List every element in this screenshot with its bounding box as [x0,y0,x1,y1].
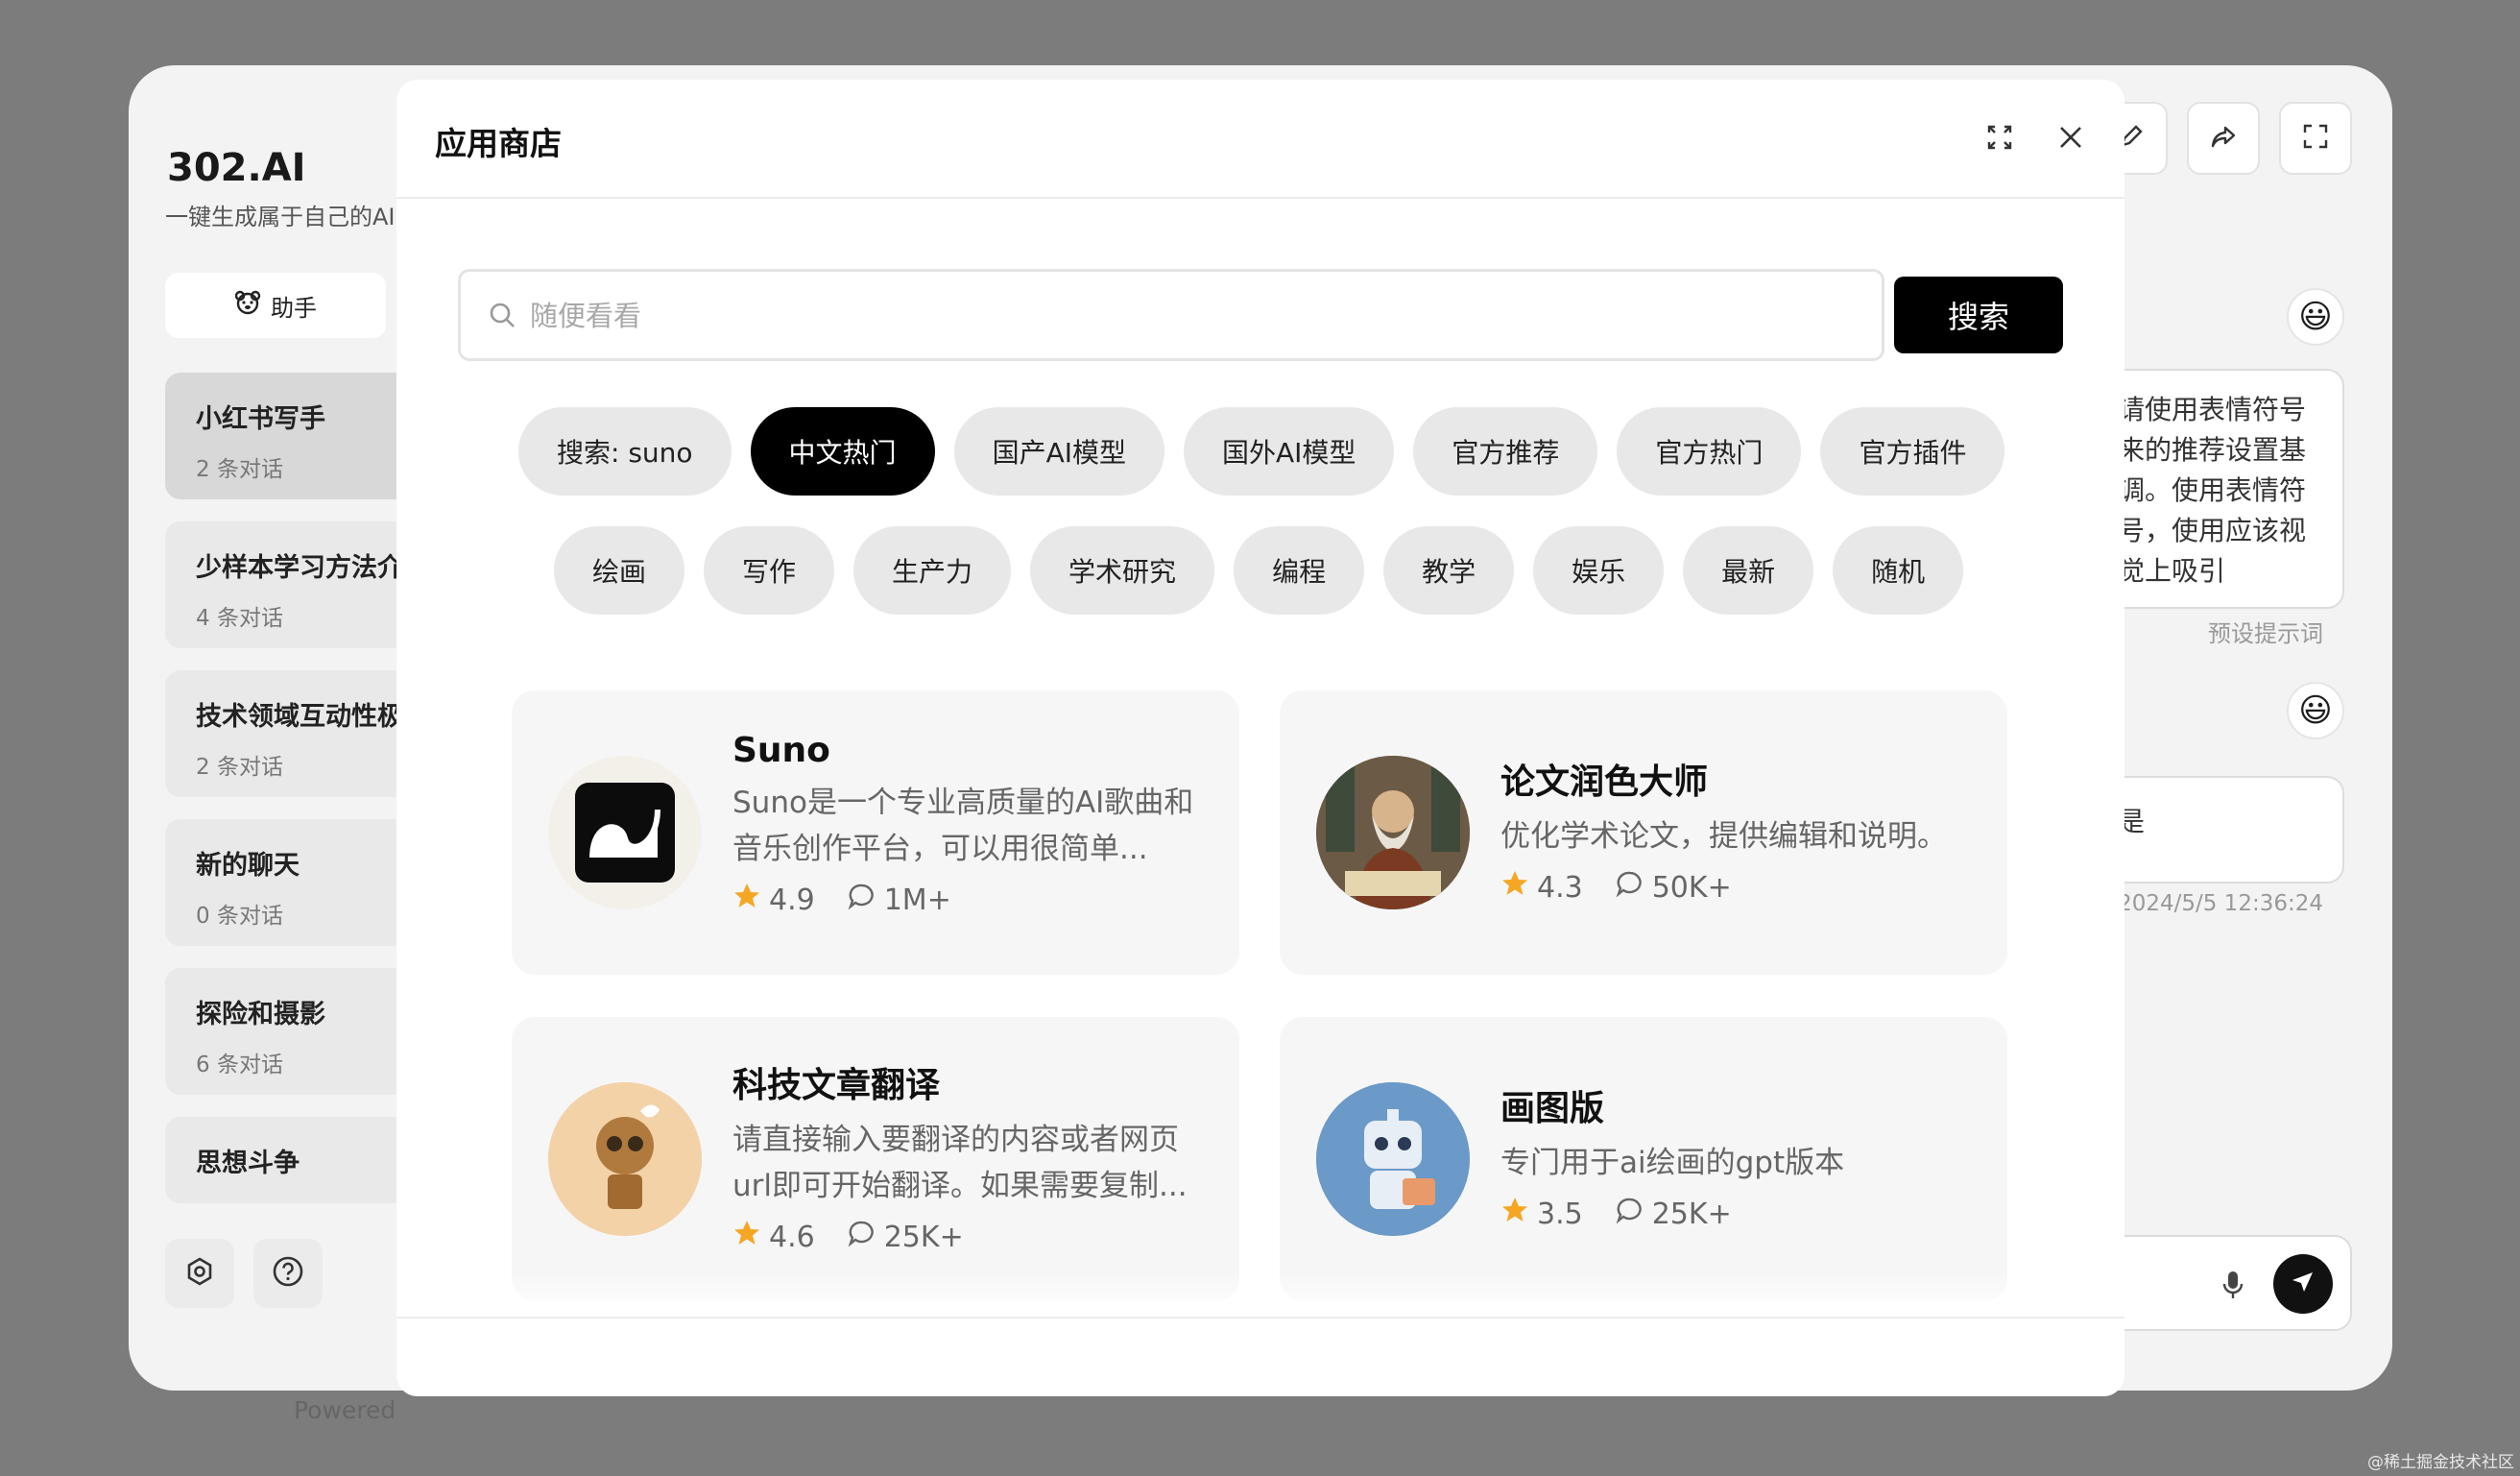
scholar-avatar-icon [1316,756,1470,909]
chat-title: 思想斗争 [196,1149,300,1178]
app-chat-count: 1M+ [883,883,951,917]
chat-title: 小红书写手 [196,404,325,434]
smile-emoji-icon: 😃 [2287,288,2344,346]
app-rating: 3.5 [1537,1197,1583,1231]
star-icon [1500,869,1529,906]
category-tag[interactable]: 教学 [1383,526,1515,615]
app-rating: 4.6 [769,1220,815,1254]
category-tag[interactable]: 官方推荐 [1413,407,1598,496]
brand-logo: 302.AI [167,146,306,190]
chat-title: 探险和摄影 [196,1000,325,1029]
app-chat-count: 25K+ [883,1220,964,1254]
app-name: 画图版 [1500,1089,1605,1128]
app-card-suno[interactable]: Suno Suno是一个专业高质量的AI歌曲和音乐创作平台，可以用很简单... … [512,690,1239,975]
fullscreen-button[interactable] [2279,102,2352,175]
category-tag[interactable]: 国产AI模型 [953,407,1164,496]
modal-title: 应用商店 [435,125,562,162]
category-tag[interactable]: 搜索: suno [518,407,732,496]
app-store-modal: 应用商店 搜索 搜索: suno中文热门国产AI模型国外AI模型官方推荐官方热门… [396,80,2124,1396]
smile-emoji-icon: 😃 [2287,682,2344,739]
robot-painter-icon [1316,1082,1470,1236]
category-tag[interactable]: 编程 [1234,526,1365,615]
chat-count: 0 条对话 [196,904,283,929]
robot-translator-icon [548,1082,702,1236]
settings-button[interactable] [165,1239,234,1308]
app-name: Suno [732,731,830,770]
chat-count: 6 条对话 [196,1053,283,1077]
chat-title: 少样本学习方法介 [196,553,403,583]
scroll-fade [396,1270,2124,1317]
share-icon [2209,122,2238,155]
chat-bubble-icon [1616,869,1644,906]
assistant-button[interactable]: 助手 [165,273,386,338]
category-tag[interactable]: 官方插件 [1820,407,2005,496]
help-icon [272,1255,304,1292]
app-name: 科技文章翻译 [732,1066,941,1105]
category-tag[interactable]: 绘画 [554,526,685,615]
prompt-box: 请使用表情符号来的推荐设置基调。使用表情符号，使用应该视觉上吸引 [2095,369,2344,609]
help-button[interactable] [253,1239,323,1308]
watermark: @稀土掘金技术社区 [2367,1453,2514,1472]
close-button[interactable] [2048,116,2094,162]
send-icon [2289,1268,2317,1300]
category-tag[interactable]: 中文热门 [750,407,935,496]
chat-title: 技术领域互动性极 [196,702,403,732]
category-tag[interactable]: 官方热门 [1617,407,1802,496]
star-icon [732,882,761,918]
app-description: 专门用于ai绘画的gpt版本 [1500,1146,1845,1180]
expand-icon [1985,123,2014,156]
app-card-tech-translate[interactable]: 科技文章翻译 请直接输入要翻译的内容或者网页url即可开始翻译。如果需要复制..… [512,1017,1239,1301]
assistant-label: 助手 [271,294,317,322]
expand-icon [2301,122,2330,155]
app-card-paper-polish[interactable]: 论文润色大师 优化学术论文，提供编辑和说明。 4.3 50K+ [1280,690,2007,975]
category-tag[interactable]: 写作 [704,526,835,615]
brand-subtitle: 一键生成属于自己的AI [165,204,396,230]
message-bubble: 是 [2095,776,2344,883]
app-card-drawing[interactable]: 画图版 专门用于ai绘画的gpt版本 3.5 25K+ [1280,1017,2007,1301]
star-icon [732,1219,761,1255]
search-box [458,269,1884,361]
bear-icon [234,289,261,322]
search-icon [490,302,515,327]
category-tag[interactable]: 学术研究 [1030,526,1215,615]
powered-by: Powered [294,1396,396,1424]
suno-logo-icon [548,756,702,909]
chat-bubble-icon [1616,1196,1644,1232]
share-button[interactable] [2187,102,2260,175]
chat-count: 4 条对话 [196,606,283,631]
modal-header: 应用商店 [396,80,2124,199]
chat-bubble-icon [848,882,876,918]
microphone-icon[interactable] [2221,1270,2244,1304]
app-rating: 4.3 [1537,870,1583,905]
category-tag[interactable]: 娱乐 [1533,526,1665,615]
app-chat-count: 25K+ [1651,1197,1732,1231]
send-button[interactable] [2273,1254,2333,1314]
app-name: 论文润色大师 [1500,762,1709,802]
chat-count: 2 条对话 [196,457,283,482]
chat-count: 2 条对话 [196,755,283,780]
category-tag[interactable]: 国外AI模型 [1183,407,1395,496]
top-toolbar [2095,102,2352,175]
modal-footer [396,1317,2124,1396]
star-icon [1500,1196,1529,1232]
app-description: 请直接输入要翻译的内容或者网页url即可开始翻译。如果需要复制... [732,1123,1188,1203]
gear-icon [184,1256,215,1291]
chat-bubble-icon [848,1219,876,1255]
close-icon [2056,123,2085,156]
search-input[interactable] [528,272,1866,360]
maximize-button[interactable] [1977,116,2023,162]
category-tags-row1: 搜索: suno 中文热门 国产AI模型 国外AI模型 官方推荐 官方热门 官方插件 [518,407,2005,496]
chat-title: 新的聊天 [196,851,300,881]
category-tags-row2: 绘画 写作 生产力 学术研究 编程 教学 娱乐 最新 随机 [554,526,1964,615]
app-description: 优化学术论文，提供编辑和说明。 [1500,819,1947,854]
app-rating: 4.9 [769,883,815,917]
category-tag[interactable]: 最新 [1683,526,1814,615]
message-time: 2024/5/5 12:36:24 [2118,891,2323,916]
category-tag[interactable]: 随机 [1833,526,1964,615]
prompt-label: 预设提示词 [2208,620,2323,647]
app-description: Suno是一个专业高质量的AI歌曲和音乐创作平台，可以用很简单... [732,786,1194,866]
category-tag[interactable]: 生产力 [853,526,1012,615]
search-button[interactable]: 搜索 [1894,277,2063,353]
app-chat-count: 50K+ [1651,870,1732,905]
